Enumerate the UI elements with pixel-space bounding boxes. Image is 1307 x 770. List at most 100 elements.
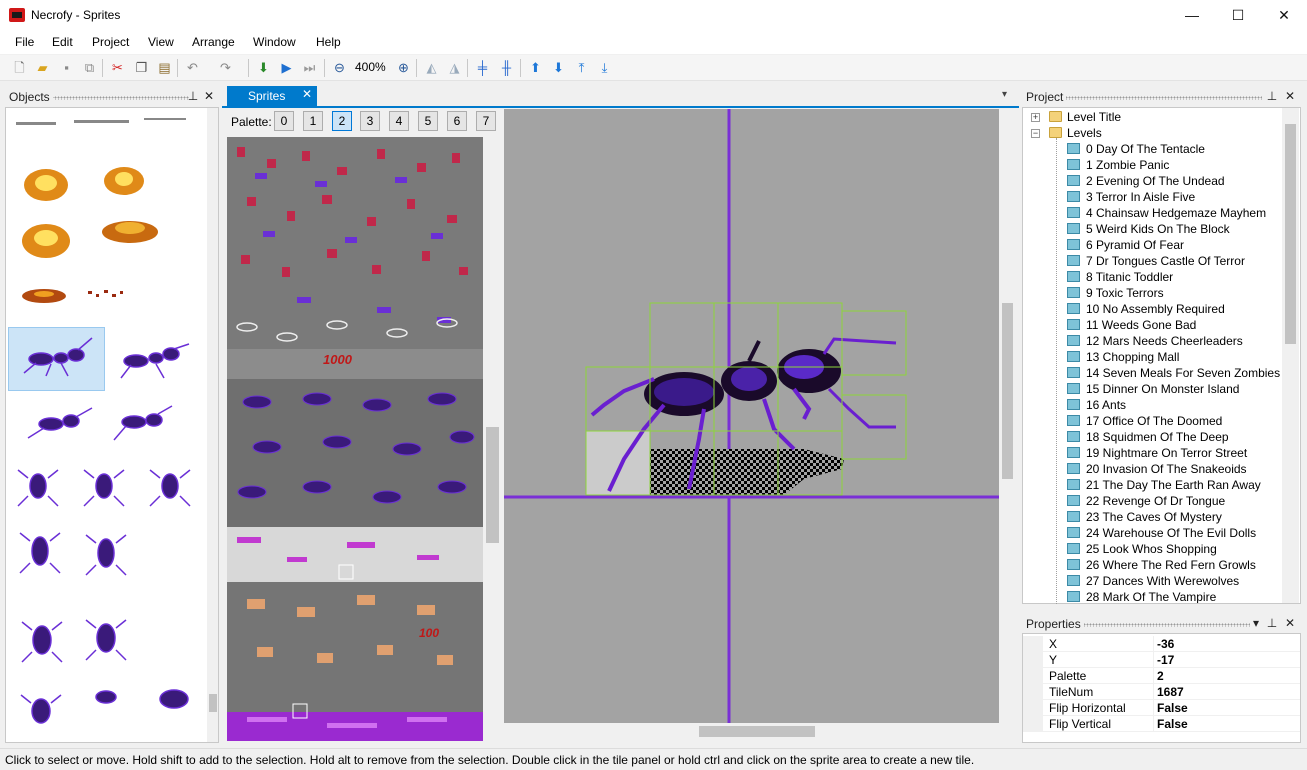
sprite-canvas[interactable] [504, 109, 999, 723]
paste-icon[interactable]: ▤ [156, 59, 173, 76]
selected-tile [586, 431, 650, 495]
tree-item-label: 8 Titanic Toddler [1086, 270, 1174, 284]
property-value[interactable]: 1687 [1157, 685, 1184, 699]
tree-item-label: 1 Zombie Panic [1086, 158, 1170, 172]
chevron-down-icon[interactable]: ▾ [1249, 616, 1263, 630]
tree-item-label: 24 Warehouse Of The Evil Dolls [1086, 526, 1257, 540]
tile-sheet-scrollbar[interactable] [484, 137, 501, 741]
tree-item-label: 4 Chainsaw Hedgemaze Mayhem [1086, 206, 1267, 220]
close-icon[interactable]: ✕ [202, 89, 216, 103]
objects-scrollbar[interactable] [207, 108, 218, 742]
menu-window[interactable]: Window [253, 35, 296, 49]
new-file-icon[interactable]: 🗋 [11, 59, 28, 76]
run-from-level-icon[interactable]: ⏭ [301, 59, 318, 76]
objects-panel-header: Objects ⊥ ✕ [5, 87, 219, 107]
property-name: X [1049, 637, 1058, 651]
undo-icon[interactable]: ↶ [184, 59, 201, 76]
property-row[interactable]: Y -17 [1023, 652, 1300, 668]
objects-list[interactable] [5, 107, 219, 743]
property-name: Flip Horizontal [1049, 701, 1126, 715]
pin-icon[interactable]: ⊥ [186, 89, 200, 103]
property-name: Y [1049, 653, 1058, 667]
zoom-level: 400% [355, 60, 386, 74]
property-value[interactable]: -17 [1157, 653, 1174, 667]
tree-item-label: 27 Dances With Werewolves [1086, 574, 1240, 588]
zoom-out-icon[interactable]: ⊖ [331, 59, 348, 76]
level-icon [1067, 367, 1080, 378]
palette-button-3[interactable]: 3 [360, 111, 380, 131]
move-to-bottom-icon[interactable]: ⤓ [596, 59, 613, 76]
menu-view[interactable]: View [148, 35, 174, 49]
close-tab-icon[interactable]: ✕ [302, 87, 312, 101]
run-icon[interactable]: ▶ [278, 59, 295, 76]
open-folder-icon[interactable]: ▰ [34, 59, 51, 76]
project-tree[interactable]: + Level Title − Levels 0 Day Of The Tent… [1022, 107, 1301, 604]
canvas-vertical-scrollbar[interactable] [999, 109, 1016, 723]
zoom-in-icon[interactable]: ⊕ [395, 59, 412, 76]
property-value[interactable]: False [1157, 717, 1188, 731]
property-row[interactable]: TileNum 1687 [1023, 684, 1300, 700]
tree-item-label: 23 The Caves Of Mystery [1086, 510, 1222, 524]
canvas-horizontal-scrollbar[interactable] [504, 723, 999, 740]
properties-panel-header: Properties ▾ ⊥ ✕ [1022, 614, 1304, 634]
save-all-icon[interactable]: ⧉ [81, 59, 98, 76]
level-icon [1067, 319, 1080, 330]
tile-sheet[interactable]: 1000 100 [227, 137, 483, 741]
tree-item-label: 2 Evening Of The Undead [1086, 174, 1225, 188]
move-to-top-icon[interactable]: ⤒ [573, 59, 590, 76]
property-row[interactable]: Flip Horizontal False [1023, 700, 1300, 716]
document-list-dropdown-icon[interactable]: ▾ [1002, 89, 1007, 100]
palette-button-4[interactable]: 4 [389, 111, 409, 131]
move-up-icon[interactable]: ⬆ [527, 59, 544, 76]
redo-icon[interactable]: ↷ [217, 59, 234, 76]
tab-sprites[interactable]: Sprites ✕ [227, 86, 317, 107]
pin-icon[interactable]: ⊥ [1265, 89, 1279, 103]
center-horizontal-icon[interactable]: ╪ [474, 59, 491, 76]
property-value[interactable]: -36 [1157, 637, 1174, 651]
tree-item-label: 16 Ants [1086, 398, 1127, 412]
close-icon[interactable]: ✕ [1283, 89, 1297, 103]
maximize-button[interactable]: ☐ [1215, 0, 1261, 31]
tree-item-label: 5 Weird Kids On The Block [1086, 222, 1230, 236]
pin-icon[interactable]: ⊥ [1265, 616, 1279, 630]
menu-edit[interactable]: Edit [52, 35, 73, 49]
level-icon [1067, 223, 1080, 234]
minimize-button[interactable]: — [1169, 0, 1215, 31]
property-row[interactable]: Palette 2 [1023, 668, 1300, 684]
document-tabs: Sprites ✕ [222, 84, 1019, 108]
property-row[interactable]: X -36 [1023, 636, 1300, 652]
save-icon[interactable]: ▪ [58, 59, 75, 76]
property-value[interactable]: False [1157, 701, 1188, 715]
menu-help[interactable]: Help [316, 35, 341, 49]
move-down-icon[interactable]: ⬇ [550, 59, 567, 76]
level-icon [1067, 383, 1080, 394]
flip-horizontal-icon[interactable]: ◭ [423, 59, 440, 76]
menu-project[interactable]: Project [92, 35, 129, 49]
palette-button-2[interactable]: 2 [332, 111, 352, 131]
close-window-button[interactable]: ✕ [1261, 0, 1307, 31]
flip-vertical-icon[interactable]: ◮ [446, 59, 463, 76]
debris-sprite [16, 118, 186, 125]
tree-item-label: 11 Weeds Gone Bad [1086, 318, 1197, 332]
palette-button-7[interactable]: 7 [476, 111, 496, 131]
ant-sprite [17, 337, 191, 724]
center-vertical-icon[interactable]: ╫ [498, 59, 515, 76]
property-value[interactable]: 2 [1157, 669, 1164, 683]
copy-icon[interactable]: ❐ [133, 59, 150, 76]
tree-item-label: 26 Where The Red Fern Growls [1086, 558, 1256, 572]
tree-item-label: 28 Mark Of The Vampire [1086, 590, 1217, 604]
status-text: Click to select or move. Hold shift to a… [5, 753, 975, 767]
palette-button-6[interactable]: 6 [447, 111, 467, 131]
tree-item-label: 20 Invasion Of The Snakeoids [1086, 462, 1247, 476]
palette-button-1[interactable]: 1 [303, 111, 323, 131]
palette-button-0[interactable]: 0 [274, 111, 294, 131]
project-scrollbar[interactable] [1282, 108, 1299, 603]
tree-item-label: 6 Pyramid Of Fear [1086, 238, 1185, 252]
close-icon[interactable]: ✕ [1283, 616, 1297, 630]
build-icon[interactable]: ⬇ [255, 59, 272, 76]
menu-arrange[interactable]: Arrange [192, 35, 235, 49]
palette-button-5[interactable]: 5 [418, 111, 438, 131]
cut-icon[interactable]: ✂ [109, 59, 126, 76]
menu-file[interactable]: File [15, 35, 34, 49]
property-row[interactable]: Flip Vertical False [1023, 716, 1300, 732]
